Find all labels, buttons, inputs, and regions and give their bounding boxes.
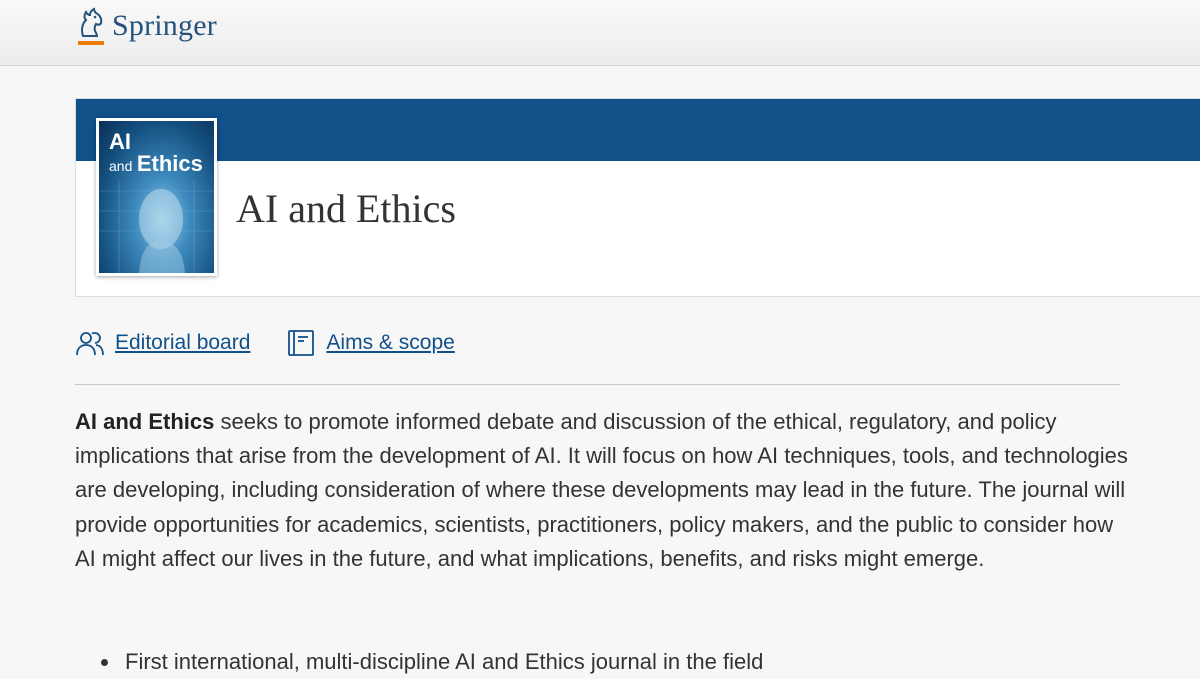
springer-home-link[interactable]: Springer: [74, 6, 217, 46]
journal-description: AI and Ethics seeks to promote informed …: [75, 405, 1135, 576]
aims-scope-label: Aims & scope: [326, 331, 455, 354]
journal-color-band: [76, 99, 1200, 161]
journal-title: AI and Ethics: [236, 186, 456, 231]
description-body: seeks to promote informed debate and dis…: [75, 409, 1128, 571]
journal-cover-image[interactable]: AI and Ethics: [96, 118, 217, 276]
journal-links: Editorial board Aims & scope: [75, 328, 491, 358]
section-divider: [75, 384, 1120, 385]
journal-header-card: AI and Ethics AI and Ethics: [75, 98, 1200, 297]
bullet-icon: [101, 659, 108, 666]
site-header: Springer: [0, 0, 1200, 66]
book-icon: [286, 328, 316, 358]
aims-scope-link[interactable]: Aims & scope: [286, 328, 455, 358]
list-item: First international, multi-discipline AI…: [75, 645, 763, 679]
editorial-board-link[interactable]: Editorial board: [75, 328, 250, 358]
springer-horse-icon: [74, 6, 106, 46]
people-icon: [75, 328, 105, 358]
journal-name-emphasis: AI and Ethics: [75, 409, 215, 434]
journal-highlights: First international, multi-discipline AI…: [75, 645, 763, 679]
editorial-board-label: Editorial board: [115, 331, 251, 354]
brand-name: Springer: [112, 9, 217, 42]
highlight-text: First international, multi-discipline AI…: [125, 649, 764, 674]
cover-title: AI and Ethics: [109, 129, 203, 176]
